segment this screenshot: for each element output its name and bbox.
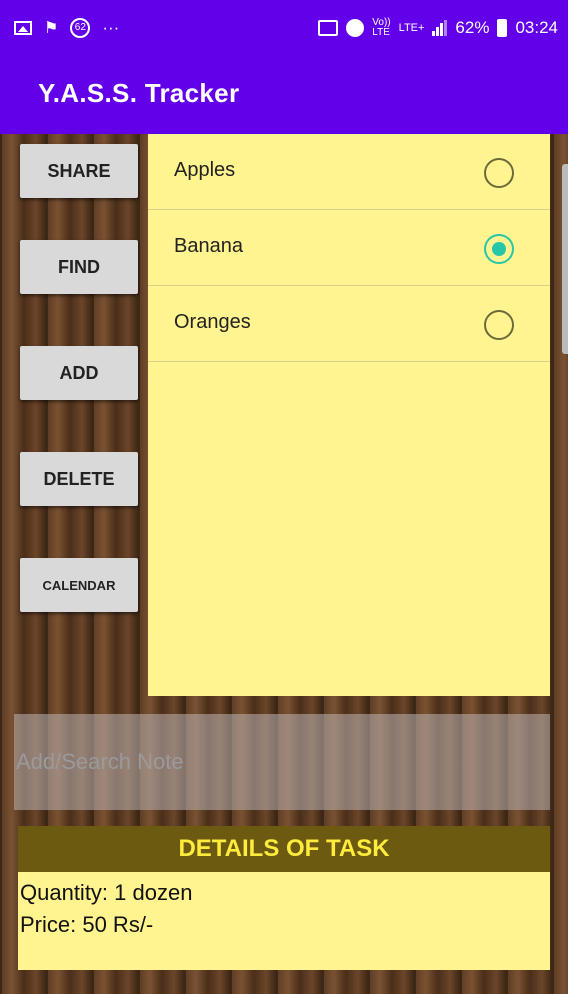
details-price: Price: 50 Rs/- xyxy=(20,912,154,937)
find-button[interactable]: FIND xyxy=(20,240,138,294)
gallery-notification-icon xyxy=(14,21,32,35)
radio-button-unchecked[interactable] xyxy=(484,310,514,340)
list-item-label: Banana xyxy=(174,235,243,257)
details-header: DETAILS OF TASK xyxy=(18,826,550,872)
delete-button[interactable]: DELETE xyxy=(20,452,138,506)
radio-button-unchecked[interactable] xyxy=(484,158,514,188)
network-type: LTE+ xyxy=(398,22,425,34)
scroll-handle[interactable] xyxy=(562,164,568,354)
volte-indicator: Vo)) LTE xyxy=(372,17,391,38)
details-panel: Quantity: 1 dozen Price: 50 Rs/- xyxy=(18,872,550,970)
radio-button-checked[interactable] xyxy=(484,234,514,264)
signal-icon xyxy=(432,20,448,36)
list-item[interactable]: Oranges xyxy=(148,286,550,362)
battery-percent: 62% xyxy=(455,18,490,37)
notification-count-icon: 62 xyxy=(70,18,91,38)
list-item[interactable]: Banana xyxy=(148,210,550,286)
clock: 03:24 xyxy=(515,18,558,37)
status-bar: ⚑ 62 ··· Vo)) LTE LTE+ 62% 03:24 xyxy=(0,0,568,60)
content-area: SHARE FIND ADD DELETE CALENDAR Apples Ba… xyxy=(0,134,568,994)
list-item-label: Oranges xyxy=(174,311,251,333)
details-quantity: Quantity: 1 dozen xyxy=(20,880,193,905)
cast-icon xyxy=(318,20,339,36)
calendar-button[interactable]: CALENDAR xyxy=(20,558,138,612)
app-bar: Y.A.S.S. Tracker xyxy=(0,60,568,134)
share-button[interactable]: SHARE xyxy=(20,144,138,198)
alert-notification-icon: ⚑ xyxy=(44,20,59,37)
search-container xyxy=(14,714,550,810)
item-list: Apples Banana Oranges xyxy=(148,134,550,696)
search-note-input[interactable] xyxy=(14,714,550,810)
more-notifications-icon: ··· xyxy=(102,18,120,37)
alarm-icon xyxy=(346,19,365,37)
app-title: Y.A.S.S. Tracker xyxy=(38,78,240,108)
list-item-label: Apples xyxy=(174,159,236,181)
battery-icon xyxy=(497,19,508,37)
list-item[interactable]: Apples xyxy=(148,134,550,210)
app-screen: ⚑ 62 ··· Vo)) LTE LTE+ 62% 03:24 Y.A.S.S.… xyxy=(0,0,568,994)
add-button[interactable]: ADD xyxy=(20,346,138,400)
